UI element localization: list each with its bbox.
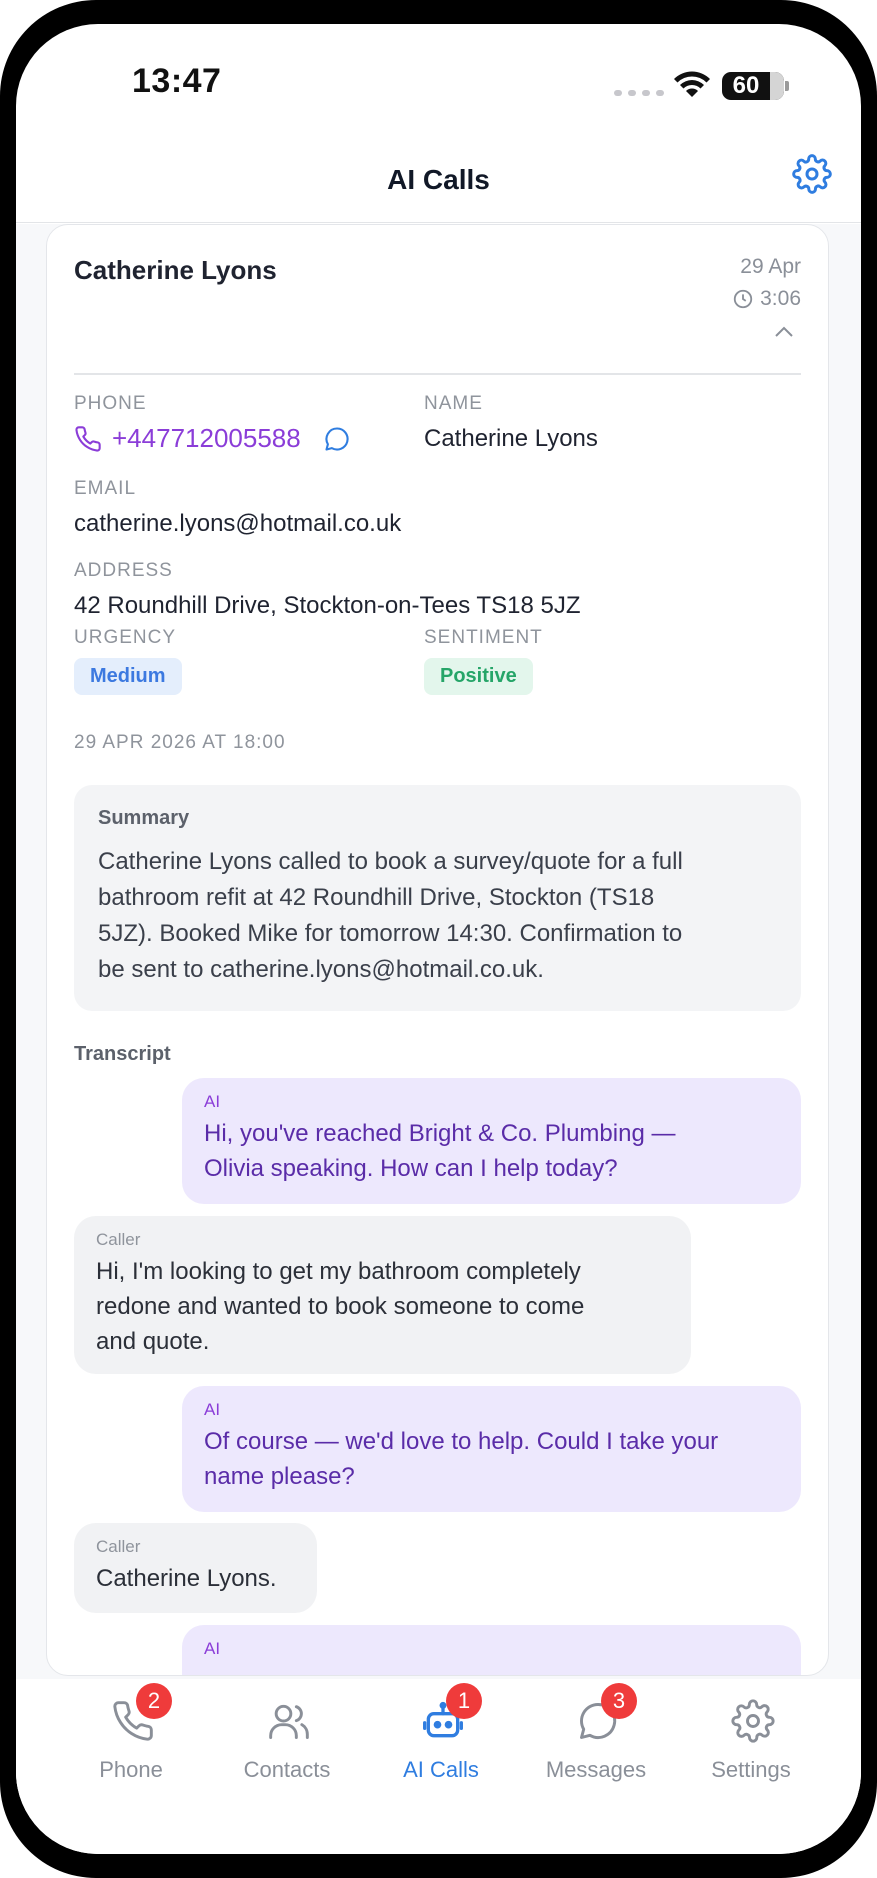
tab-badge: 3 [601,1683,637,1719]
summary-title: Summary [98,807,190,829]
transcript-bubble-caller: Caller Catherine Lyons. [74,1523,317,1613]
call-duration: 3:06 [732,287,801,311]
bubble-speaker: AI [204,1400,221,1419]
screen: 13:47 60 AI Calls Catherine Lyons 29 Apr… [16,24,861,1854]
settings-gear-icon[interactable] [792,154,832,194]
bubble-speaker: AI [204,1092,221,1111]
tab-label: Messages [545,1757,647,1782]
call-duration-value: 3:06 [760,287,801,310]
transcript-bubble-caller: Caller Hi, I'm looking to get my bathroo… [74,1216,691,1374]
call-date: 29 Apr [740,255,801,278]
bubble-speaker: Caller [96,1537,141,1556]
tab-label: Settings [711,1757,791,1782]
tab-phone[interactable]: 2 Phone [56,1683,206,1809]
message-icon[interactable] [323,425,351,453]
tab-badge: 2 [136,1683,172,1719]
battery-level: 60 [732,72,760,99]
sentiment-label: SENTIMENT [424,627,543,648]
email-label: EMAIL [74,478,137,499]
tab-badge: 1 [446,1683,482,1719]
address-label: ADDRESS [74,560,173,581]
tab-bar: 2 Phone Contacts 1 AI Calls 3 Messages S… [16,1679,861,1854]
tab-label: Phone [99,1757,163,1782]
bubble-text: Hi, you've reached Bright & Co. Plumbing… [204,1120,676,1182]
content-scroll[interactable]: Catherine Lyons 29 Apr 3:06 PHONE +44771… [16,224,861,1679]
bubble-text: Hi, I'm looking to get my bathroom compl… [96,1258,585,1355]
status-bar: 13:47 60 [16,24,861,134]
clock-icon [733,289,753,309]
bubble-text: Catherine Lyons. [96,1565,277,1592]
chevron-up-icon[interactable] [773,325,795,339]
status-time: 13:47 [132,62,222,100]
tab-settings[interactable]: Settings [676,1699,826,1809]
phone-link[interactable]: +447712005588 [112,423,301,454]
wifi-icon [674,71,710,97]
divider [74,373,801,375]
contacts-icon [269,1704,309,1739]
tab-messages[interactable]: 3 Messages [521,1683,671,1809]
device-frame: 13:47 60 AI Calls Catherine Lyons 29 Apr… [0,0,877,1878]
sentiment-badge: Positive [424,658,533,695]
bubble-speaker: Caller [96,1230,141,1249]
name-value: Catherine Lyons [424,425,598,452]
transcript-bubble-ai: AI [182,1625,801,1675]
tab-label: Contacts [243,1757,331,1782]
phone-icon[interactable] [74,425,102,453]
transcript-title: Transcript [74,1043,171,1065]
urgency-label: URGENCY [74,627,177,648]
summary-text: Catherine Lyons called to book a survey/… [98,848,683,983]
gear-icon [731,1699,775,1743]
email-value: catherine.lyons@hotmail.co.uk [74,510,402,537]
call-timestamp: 29 APR 2026 AT 18:00 [74,732,286,753]
summary-box: Summary Catherine Lyons called to book a… [74,785,801,1011]
signal-icon [614,90,664,96]
transcript-bubble-ai: AI Hi, you've reached Bright & Co. Plumb… [182,1078,801,1204]
caller-name: Catherine Lyons [74,255,277,285]
transcript-bubble-ai: AI Of course — we'd love to help. Could … [182,1386,801,1512]
name-label: NAME [424,393,483,414]
tab-contacts[interactable]: Contacts [212,1699,362,1809]
tab-label: AI Calls [403,1757,479,1782]
call-card: Catherine Lyons 29 Apr 3:06 PHONE +44771… [46,224,829,1676]
phone-row: +447712005588 [74,423,351,454]
bubble-speaker: AI [204,1639,221,1658]
address-value: 42 Roundhill Drive, Stockton-on-Tees TS1… [74,592,581,619]
page-title: AI Calls [387,164,490,195]
top-header: AI Calls [16,144,861,223]
tab-ai-calls[interactable]: 1 AI Calls [366,1683,516,1809]
urgency-badge: Medium [74,658,182,695]
phone-label: PHONE [74,393,147,414]
bubble-text: Of course — we'd love to help. Could I t… [204,1428,719,1490]
battery-icon: 60 [722,72,789,100]
